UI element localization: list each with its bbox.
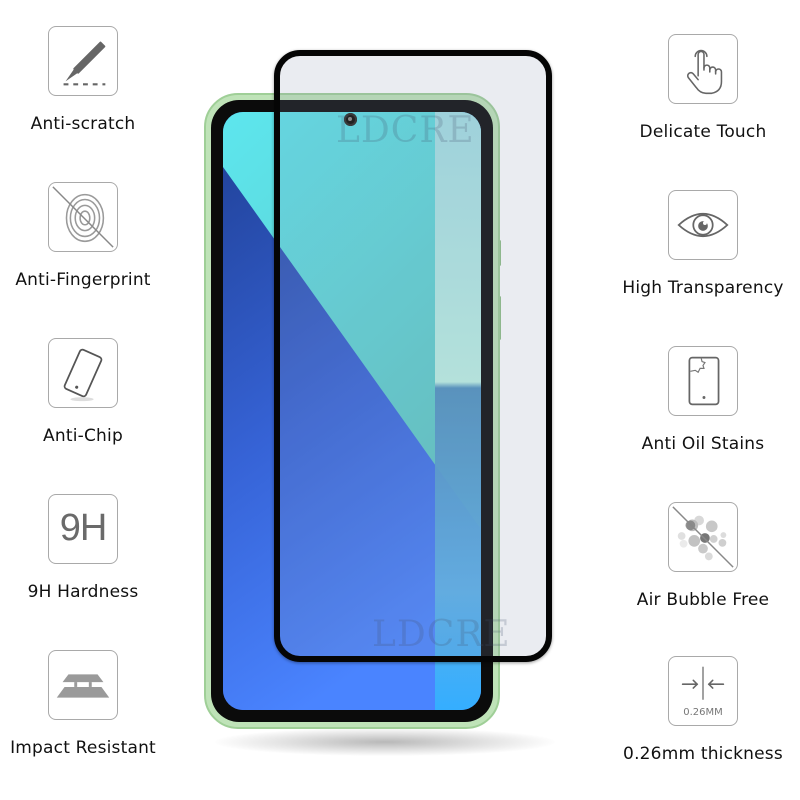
no-fingerprint-icon — [48, 182, 118, 252]
feature-label: 0.26mm thickness — [623, 744, 783, 764]
watermark: LDCRE — [336, 110, 475, 151]
feature-anti-chip: Anti-Chip — [0, 338, 173, 446]
phone-shadow — [215, 728, 555, 756]
feature-thickness: 0.26MM 0.26mm thickness — [613, 656, 793, 764]
impact-layers-icon — [48, 650, 118, 720]
touch-hand-icon — [668, 34, 738, 104]
9h-text-icon: 9H — [48, 494, 118, 564]
feature-label: Air Bubble Free — [636, 590, 770, 610]
feature-air-bubble-free: Air Bubble Free — [613, 502, 793, 610]
feature-label: 9H Hardness — [27, 582, 139, 602]
feature-label: Impact Resistant — [10, 738, 156, 758]
feature-9h-hardness: 9H 9H Hardness — [0, 494, 173, 602]
feature-label: Anti-Fingerprint — [15, 270, 151, 290]
scalpel-scratch-icon — [48, 26, 118, 96]
phone-stain-icon — [668, 346, 738, 416]
feature-high-transparency: High Transparency — [613, 190, 793, 298]
eye-icon — [668, 190, 738, 260]
icon-text: 9H — [59, 507, 108, 549]
feature-impact-resistant: Impact Resistant — [0, 650, 173, 758]
feature-anti-scratch: Anti-scratch — [0, 26, 173, 134]
feature-label: Delicate Touch — [639, 122, 767, 142]
feature-delicate-touch: Delicate Touch — [613, 34, 793, 142]
feature-anti-fingerprint: Anti-Fingerprint — [0, 182, 173, 290]
thickness-arrows-icon: 0.26MM — [668, 656, 738, 726]
feature-anti-oil-stains: Anti Oil Stains — [613, 346, 793, 454]
feature-label: Anti-Chip — [43, 426, 123, 446]
tilted-phone-icon — [48, 338, 118, 408]
feature-label: Anti-scratch — [30, 114, 136, 134]
icon-text: 0.26MM — [683, 707, 723, 718]
watermark: LDCRE — [372, 614, 511, 655]
no-bubbles-icon — [668, 502, 738, 572]
feature-label: High Transparency — [622, 278, 784, 298]
feature-label: Anti Oil Stains — [641, 434, 765, 454]
